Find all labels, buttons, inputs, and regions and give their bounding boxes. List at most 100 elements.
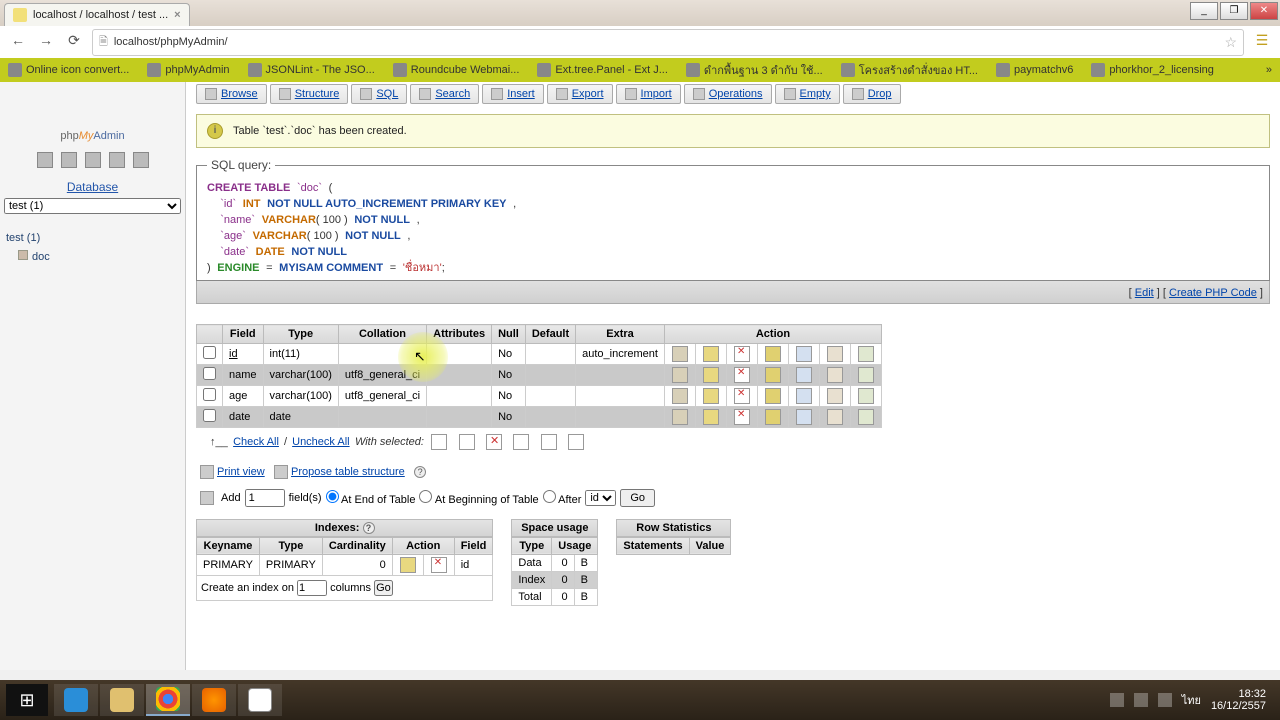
task-app-firefox[interactable]	[192, 684, 236, 716]
tab-search[interactable]: Search	[410, 84, 479, 104]
tab-export[interactable]: Export	[547, 84, 613, 104]
tab-empty[interactable]: Empty	[775, 84, 840, 104]
row-unique-icon[interactable]	[796, 388, 812, 404]
address-bar[interactable]: 🗎 localhost/phpMyAdmin/ ☆	[92, 29, 1244, 56]
home-icon[interactable]	[37, 152, 53, 168]
row-drop-icon[interactable]	[734, 346, 750, 362]
row-index-icon[interactable]	[827, 409, 843, 425]
row-unique-icon[interactable]	[796, 367, 812, 383]
row-primary-icon[interactable]	[765, 346, 781, 362]
help-icon[interactable]: ?	[414, 466, 426, 478]
window-maximize-button[interactable]: ❐	[1220, 2, 1248, 20]
row-checkbox[interactable]	[203, 346, 216, 359]
row-browse-icon[interactable]	[672, 388, 688, 404]
print-view-link[interactable]: Print view	[217, 466, 265, 478]
row-index-icon[interactable]	[827, 346, 843, 362]
logout-icon[interactable]	[61, 152, 77, 168]
row-drop-icon[interactable]	[734, 388, 750, 404]
tab-operations[interactable]: Operations	[684, 84, 772, 104]
sql-create-php-link[interactable]: Create PHP Code	[1169, 287, 1257, 299]
tab-drop[interactable]: Drop	[843, 84, 901, 104]
row-unique-icon[interactable]	[796, 409, 812, 425]
tray-icon[interactable]	[1110, 693, 1124, 707]
index-go-button[interactable]: Go	[374, 580, 393, 596]
bookmark-item[interactable]: phpMyAdmin	[147, 63, 229, 77]
uncheck-all-link[interactable]: Uncheck All	[292, 436, 349, 448]
index-drop-icon[interactable]	[431, 557, 447, 573]
row-checkbox[interactable]	[203, 367, 216, 380]
menu-icon[interactable]: ☰	[1252, 32, 1272, 52]
bookmark-item[interactable]: paymatchv6	[996, 63, 1073, 77]
tab-import[interactable]: Import	[616, 84, 681, 104]
row-fulltext-icon[interactable]	[858, 409, 874, 425]
tray-icon[interactable]	[1134, 693, 1148, 707]
tab-insert[interactable]: Insert	[482, 84, 544, 104]
row-checkbox[interactable]	[203, 388, 216, 401]
row-drop-icon[interactable]	[734, 367, 750, 383]
row-unique-icon[interactable]	[796, 346, 812, 362]
ws-edit-icon[interactable]	[459, 434, 475, 450]
nav-back-icon[interactable]: ←	[8, 32, 28, 52]
row-drop-icon[interactable]	[734, 409, 750, 425]
ws-unique-icon[interactable]	[541, 434, 557, 450]
tab-structure[interactable]: Structure	[270, 84, 349, 104]
bookmark-item[interactable]: Roundcube Webmai...	[393, 63, 520, 77]
tab-close-icon[interactable]: ×	[174, 9, 180, 21]
window-close-button[interactable]: ✕	[1250, 2, 1278, 20]
bookmark-item[interactable]: JSONLint - The JSO...	[248, 63, 375, 77]
row-primary-icon[interactable]	[765, 367, 781, 383]
row-fulltext-icon[interactable]	[858, 367, 874, 383]
after-field-select[interactable]: id	[585, 490, 616, 506]
row-primary-icon[interactable]	[765, 388, 781, 404]
database-select[interactable]: test (1)	[4, 198, 181, 214]
tray-lang[interactable]: ไทย	[1182, 691, 1201, 709]
sql-edit-link[interactable]: Edit	[1135, 287, 1154, 299]
bookmark-item[interactable]: Ext.tree.Panel - Ext J...	[537, 63, 668, 77]
task-app-chrome[interactable]	[146, 684, 190, 716]
tab-browse[interactable]: Browse	[196, 84, 267, 104]
help-icon[interactable]: ?	[363, 522, 375, 534]
row-fulltext-icon[interactable]	[858, 346, 874, 362]
row-edit-icon[interactable]	[703, 409, 719, 425]
ws-drop-icon[interactable]: ✕	[486, 434, 502, 450]
task-app-recorder[interactable]	[238, 684, 282, 716]
row-fulltext-icon[interactable]	[858, 388, 874, 404]
task-app-ie[interactable]	[54, 684, 98, 716]
bookmark-item[interactable]: ดำกพื้นฐาน 3 ดำกับ ใช้...	[686, 61, 823, 79]
bookmark-item[interactable]: phorkhor_2_licensing	[1091, 63, 1214, 77]
row-primary-icon[interactable]	[765, 409, 781, 425]
check-all-link[interactable]: Check All	[233, 436, 279, 448]
ws-browse-icon[interactable]	[431, 434, 447, 450]
tab-sql[interactable]: SQL	[351, 84, 407, 104]
index-cols-input[interactable]	[297, 580, 327, 596]
row-index-icon[interactable]	[827, 388, 843, 404]
tray-icon[interactable]	[1158, 693, 1172, 707]
ws-index-icon[interactable]	[568, 434, 584, 450]
propose-structure-link[interactable]: Propose table structure	[291, 466, 405, 478]
bookmark-item[interactable]: Online icon convert...	[8, 63, 129, 77]
db-tree-table[interactable]: doc	[4, 248, 181, 265]
pos-after-radio[interactable]	[543, 490, 556, 503]
pos-begin-radio[interactable]	[419, 490, 432, 503]
row-checkbox[interactable]	[203, 409, 216, 422]
window-minimize-button[interactable]: _	[1190, 2, 1218, 20]
row-browse-icon[interactable]	[672, 409, 688, 425]
taskbar-clock[interactable]: 18:3216/12/2557	[1211, 688, 1266, 712]
browser-tab[interactable]: localhost / localhost / test ... ×	[4, 3, 190, 26]
nav-reload-icon[interactable]: ⟳	[64, 32, 84, 52]
sql-icon[interactable]	[85, 152, 101, 168]
db-tree-database[interactable]: test (1)	[4, 228, 181, 248]
star-icon[interactable]: ☆	[1224, 34, 1237, 51]
row-browse-icon[interactable]	[672, 346, 688, 362]
ws-primary-icon[interactable]	[513, 434, 529, 450]
row-index-icon[interactable]	[827, 367, 843, 383]
reload-icon[interactable]	[133, 152, 149, 168]
add-go-button[interactable]: Go	[620, 489, 655, 507]
docs-icon[interactable]	[109, 152, 125, 168]
start-button[interactable]: ⊞	[6, 684, 48, 716]
bookmarks-overflow-icon[interactable]: »	[1266, 64, 1272, 76]
pos-end-radio[interactable]	[326, 490, 339, 503]
row-browse-icon[interactable]	[672, 367, 688, 383]
nav-forward-icon[interactable]: →	[36, 32, 56, 52]
row-edit-icon[interactable]	[703, 367, 719, 383]
